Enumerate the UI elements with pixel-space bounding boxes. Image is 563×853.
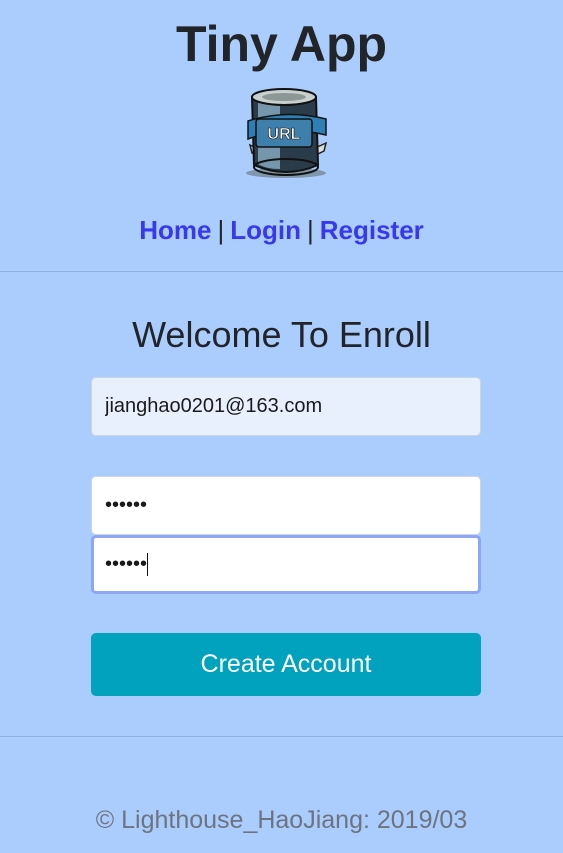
footer-copyright: © Lighthouse_HaoJiang: 2019/03 xyxy=(95,806,468,834)
email-field[interactable] xyxy=(91,377,481,436)
top-nav: Home | Login | Register xyxy=(0,214,563,246)
password-field[interactable] xyxy=(91,476,481,535)
app-title: Tiny App xyxy=(175,16,388,72)
nav-home-link[interactable]: Home xyxy=(139,215,211,245)
form-heading: Welcome To Enroll xyxy=(132,314,431,355)
confirm-password-field[interactable] xyxy=(91,535,481,594)
url-barrel-icon: URL xyxy=(246,88,328,178)
nav-separator: | xyxy=(306,215,314,245)
footer-divider xyxy=(0,736,563,737)
logo-text: URL xyxy=(268,126,301,143)
header-divider xyxy=(0,271,563,272)
text-cursor xyxy=(147,553,148,576)
nav-separator: | xyxy=(217,215,225,245)
nav-register-link[interactable]: Register xyxy=(320,215,424,245)
create-account-button[interactable]: Create Account xyxy=(91,633,481,696)
nav-login-link[interactable]: Login xyxy=(230,215,301,245)
